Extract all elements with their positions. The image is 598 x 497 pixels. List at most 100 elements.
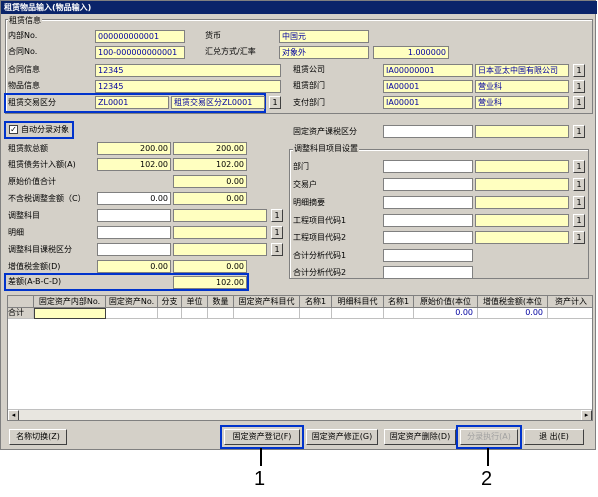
fa-tax-label: 固定资产课税区分 [293,127,357,136]
original-price-label: 原始价值合计 [8,177,56,186]
trade-party-label: 交易户 [293,180,317,189]
grid-header: 固定资产内部No. 固定资产No. 分支 单位 数量 固定资产科目代 名称1 明… [8,296,592,308]
entry-execute-button[interactable]: 分录执行(A) [460,429,518,445]
grid-total-cell[interactable] [34,308,106,319]
grid-column-header[interactable]: 分支 [158,296,182,308]
fa-tax-name-field [475,125,569,138]
callout-line-2 [487,448,489,466]
analysis1-field[interactable] [383,249,473,262]
lease-total-label: 租赁款总额 [8,144,48,153]
trade-party-name-field [475,178,569,191]
project1-lookup-button[interactable]: 1 [573,214,585,227]
lease-debt-field-b[interactable]: 102.00 [173,158,247,171]
scroll-right-icon[interactable]: ▸ [581,410,592,420]
detail-code-field[interactable] [97,226,171,239]
internal-no-field[interactable]: 000000000001 [95,30,185,43]
detail-name-field [173,226,267,239]
exit-button[interactable]: 退 出(E) [524,429,584,445]
lease-dept-lookup-button[interactable]: 1 [573,80,585,93]
grid-total-cell [548,308,592,319]
exchange-mode-field[interactable]: 对象外 [279,46,369,59]
grid-column-header[interactable]: 单位 [182,296,208,308]
grid-column-header[interactable]: 资产计入 [548,296,592,308]
callout-line-1 [260,448,262,466]
lease-debt-label: 租赁债务计入额(A) [8,160,76,169]
grid-column-header[interactable]: 固定资产科目代 [234,296,300,308]
dept-lookup-button[interactable]: 1 [573,160,585,173]
trade-type-lookup-button[interactable]: 1 [269,96,281,109]
project2-lookup-button[interactable]: 1 [573,231,585,244]
fa-tax-code-field[interactable] [383,125,473,138]
lease-total-field-b[interactable]: 200.00 [173,142,247,155]
grid-horizontal-scrollbar[interactable]: ◂ ▸ [8,409,592,420]
fa-register-button[interactable]: 固定资产登记(F) [224,429,300,445]
contract-info-field[interactable]: 12345 [95,64,281,77]
grid-column-header[interactable]: 明细科目代 [332,296,384,308]
adj-tax-lookup-button[interactable]: 1 [271,243,283,256]
vat-field-a[interactable]: 0.00 [97,260,171,273]
analysis2-label: 合计分析代码2 [293,268,347,277]
pay-dept-lookup-button[interactable]: 1 [573,96,585,109]
trade-party-lookup-button[interactable]: 1 [573,178,585,191]
trade-type-label: 租赁交易区分 [8,98,56,107]
lease-dept-code-field[interactable]: IA00001 [383,80,473,93]
grid-column-header[interactable]: 增值税金额(本位 [478,296,548,308]
pay-dept-label: 支付部门 [293,98,325,107]
auto-entry-checkbox[interactable]: ✓ [9,125,18,134]
trade-type-code-field[interactable]: ZL0001 [95,96,169,109]
grid-column-header[interactable]: 名称1 [384,296,414,308]
trade-party-code-field[interactable] [383,178,473,191]
grid-total-cell [300,308,332,319]
adj-subject-code-field[interactable] [97,209,171,222]
nontax-adj-field-a[interactable]: 0.00 [97,192,171,205]
lease-debt-field-a[interactable]: 102.00 [97,158,171,171]
grid-total-cell [384,308,414,319]
name-switch-button[interactable]: 名称切换(Z) [9,429,67,445]
detail-lookup-button[interactable]: 1 [271,226,283,239]
project1-code-field[interactable] [383,214,473,227]
item-info-field[interactable]: 12345 [95,80,281,93]
scroll-left-icon[interactable]: ◂ [8,410,19,420]
fa-modify-button[interactable]: 固定资产修正(G) [306,429,378,445]
project2-name-field [475,231,569,244]
vat-field-b[interactable]: 0.00 [173,260,247,273]
grid-total-cell [332,308,384,319]
detail-summary-label: 明细摘要 [293,198,325,207]
lease-company-lookup-button[interactable]: 1 [573,64,585,77]
grid-column-header[interactable]: 原始价值(本位 [414,296,478,308]
lease-dept-name-field: 营业科 [475,80,569,93]
pay-dept-code-field[interactable]: IA00001 [383,96,473,109]
grid-column-header[interactable]: 固定资产No. [106,296,158,308]
detail-summary-name-field [475,196,569,209]
lease-total-field-a[interactable]: 200.00 [97,142,171,155]
pay-dept-name-field: 营业科 [475,96,569,109]
exchange-rate-field[interactable]: 1.000000 [373,46,449,59]
contract-no-field[interactable]: 100-000000000001 [95,46,185,59]
adj-subject-lookup-button[interactable]: 1 [271,209,283,222]
lease-company-name-field: 日本亚太中国有限公司 [475,64,569,77]
currency-field[interactable]: 中国元 [279,30,369,43]
fa-tax-lookup-button[interactable]: 1 [573,125,585,138]
project1-name-field [475,214,569,227]
detail-summary-code-field[interactable] [383,196,473,209]
dept-name-field [475,160,569,173]
grid-column-header[interactable]: 固定资产内部No. [34,296,106,308]
diff-field: 102.00 [173,276,247,289]
fa-delete-button[interactable]: 固定资产删除(D) [384,429,456,445]
analysis2-field[interactable] [383,266,473,279]
grid-column-header[interactable]: 名称1 [300,296,332,308]
adj-tax-code-field[interactable] [97,243,171,256]
fixed-asset-grid[interactable]: 固定资产内部No. 固定资产No. 分支 单位 数量 固定资产科目代 名称1 明… [7,295,593,421]
project1-label: 工程项目代码1 [293,216,347,225]
detail-summary-lookup-button[interactable]: 1 [573,196,585,209]
grid-column-header[interactable]: 数量 [208,296,234,308]
dept-code-field[interactable] [383,160,473,173]
project2-code-field[interactable] [383,231,473,244]
item-info-label: 物品信息 [8,81,40,90]
analysis1-label: 合计分析代码1 [293,251,347,260]
lease-dept-label: 租赁部门 [293,81,325,90]
grid-total-cell [182,308,208,319]
grid-total-original: 0.00 [414,308,478,319]
lease-company-code-field[interactable]: IA00000001 [383,64,473,77]
grid-total-row-label: 合计 [8,308,34,319]
